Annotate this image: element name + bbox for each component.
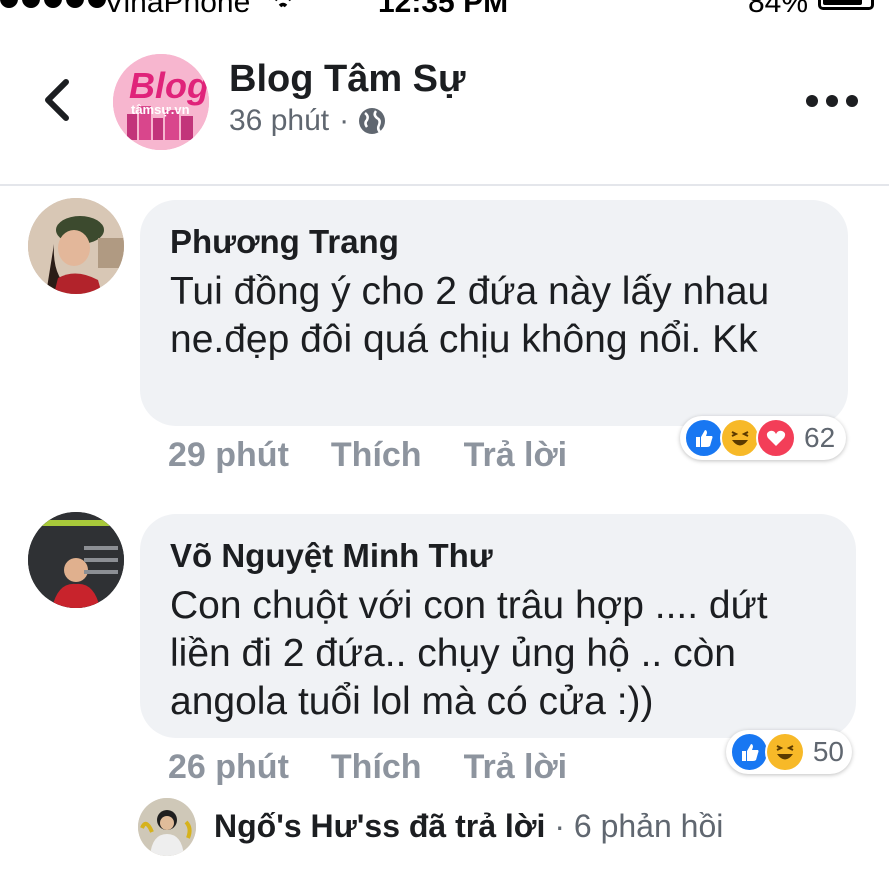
haha-reaction-icon bbox=[765, 732, 805, 772]
svg-text:Blog: Blog bbox=[129, 65, 209, 106]
comment-author[interactable]: Phương Trang bbox=[170, 222, 818, 262]
reaction-count: 62 bbox=[804, 422, 836, 453]
comment-text: Con chuột với con trâu hợp .... dứt liền… bbox=[170, 584, 768, 723]
more-options-icon[interactable] bbox=[806, 88, 858, 114]
clock: 12:35 PM bbox=[378, 0, 508, 14]
carrier-name: VinaPhone bbox=[104, 0, 250, 14]
reply-author-avatar[interactable] bbox=[138, 798, 196, 856]
back-icon[interactable] bbox=[38, 78, 78, 122]
like-reaction-icon bbox=[730, 732, 770, 772]
like-button[interactable]: Thích bbox=[331, 436, 422, 475]
haha-reaction-icon bbox=[720, 418, 760, 458]
reply-author-photo bbox=[138, 798, 196, 856]
reply-author-name[interactable]: Ngố's Hư'ss đã trả lời bbox=[214, 808, 545, 844]
meta-separator: · bbox=[339, 104, 350, 137]
battery-icon bbox=[818, 0, 874, 10]
love-reaction-icon bbox=[756, 418, 796, 458]
signal-strength-icon bbox=[0, 0, 106, 8]
post-meta: 36 phút · bbox=[229, 104, 387, 138]
globe-icon bbox=[359, 108, 386, 134]
reaction-summary[interactable]: 62 bbox=[680, 416, 846, 460]
reply-separator: · bbox=[554, 808, 565, 844]
comment-time[interactable]: 26 phút bbox=[168, 748, 289, 787]
comment-text: Tui đồng ý cho 2 đứa này lấy nhau ne.đẹp… bbox=[170, 270, 770, 361]
reply-button[interactable]: Trả lời bbox=[464, 436, 568, 475]
reply-button[interactable]: Trả lời bbox=[464, 748, 568, 787]
blog-tam-su-logo: Blog tâmsự.vn bbox=[113, 54, 209, 150]
commenter-avatar[interactable] bbox=[28, 198, 124, 294]
header-divider bbox=[0, 184, 889, 186]
commenter-avatar[interactable] bbox=[28, 512, 124, 608]
replies-summary[interactable]: Ngố's Hư'ss đã trả lời · 6 phản hồi bbox=[214, 808, 723, 845]
comment-bubble: Võ Nguyệt Minh Thư Con chuột với con trâ… bbox=[140, 514, 856, 738]
like-reaction-icon bbox=[684, 418, 724, 458]
comment-bubble: Phương Trang Tui đồng ý cho 2 đứa này lấ… bbox=[140, 200, 848, 426]
comment-actions: 29 phút Thích Trả lời bbox=[168, 436, 567, 475]
page-avatar[interactable]: Blog tâmsự.vn bbox=[113, 54, 209, 150]
reaction-count: 50 bbox=[812, 736, 844, 767]
commenter-photo bbox=[28, 198, 124, 294]
wifi-icon bbox=[275, 0, 291, 8]
like-button[interactable]: Thích bbox=[331, 748, 422, 787]
page-title[interactable]: Blog Tâm Sự bbox=[229, 58, 466, 101]
svg-text:tâmsự.vn: tâmsự.vn bbox=[131, 102, 190, 117]
battery-percent: 84% bbox=[748, 0, 808, 14]
post-time[interactable]: 36 phút bbox=[229, 104, 329, 138]
comment-time[interactable]: 29 phút bbox=[168, 436, 289, 475]
commenter-photo bbox=[28, 512, 124, 608]
comment-actions: 26 phút Thích Trả lời bbox=[168, 748, 567, 787]
comment-author[interactable]: Võ Nguyệt Minh Thư bbox=[170, 536, 826, 576]
reply-count[interactable]: 6 phản hồi bbox=[574, 808, 723, 844]
status-bar: VinaPhone 12:35 PM 84% bbox=[0, 0, 889, 14]
reaction-summary[interactable]: 50 bbox=[726, 730, 852, 774]
